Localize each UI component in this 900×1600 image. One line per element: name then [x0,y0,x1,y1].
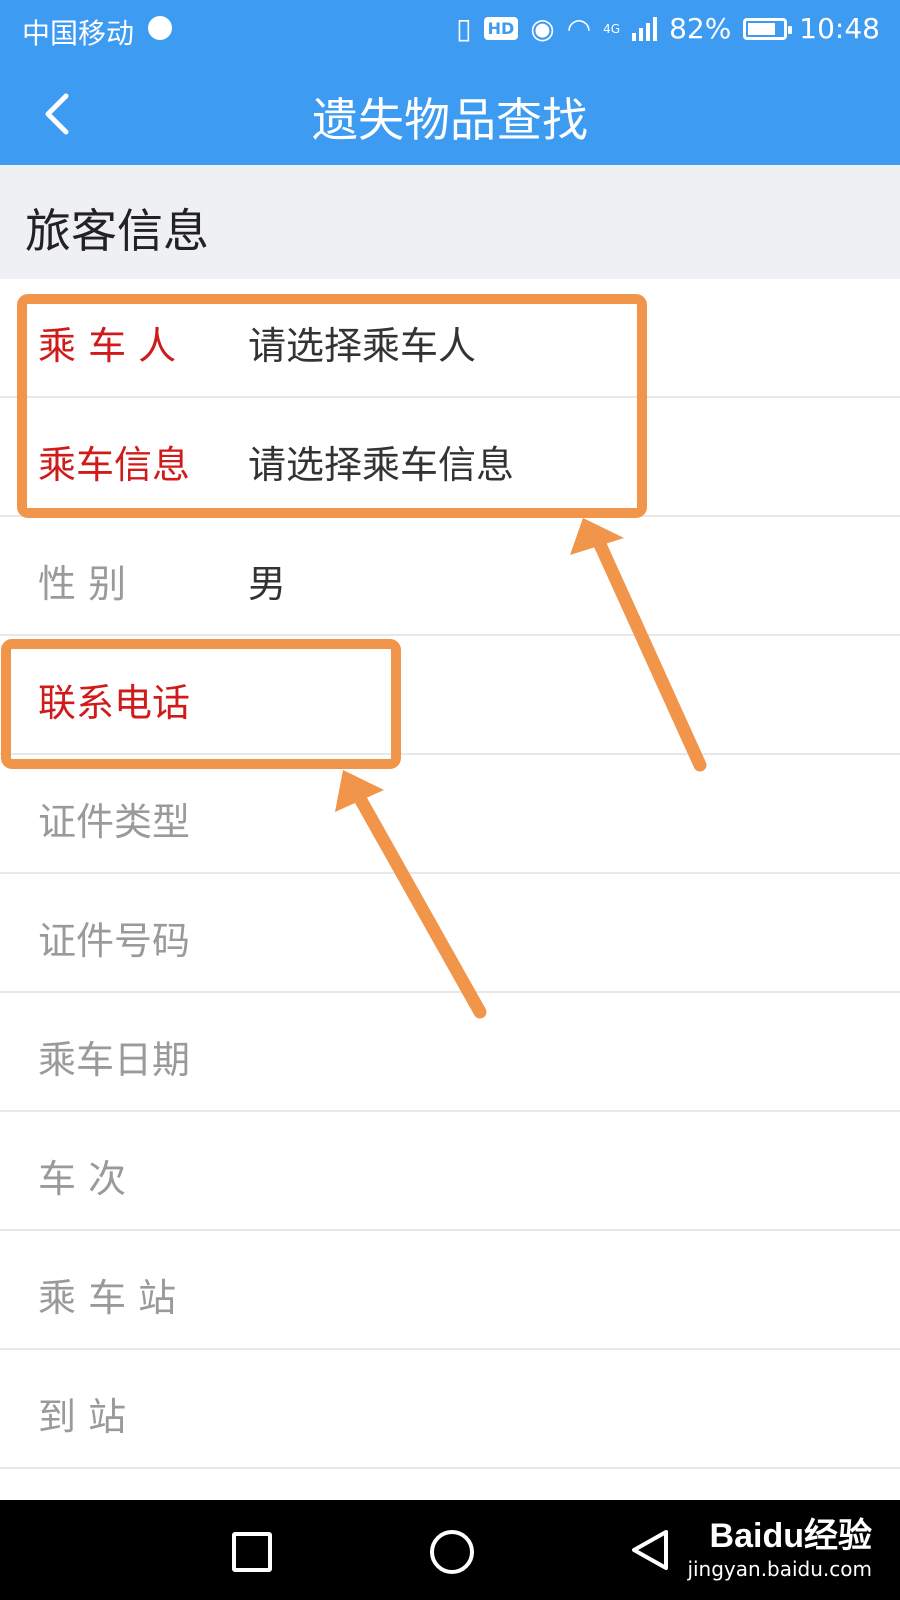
system-nav-bar: Baidu经验 jingyan.baidu.com [0,1500,900,1600]
field-label: 乘 车 站 [38,1276,177,1320]
carrier-label: 中国移动 [22,17,135,50]
form-row-train-number[interactable]: 车 次 [0,1112,900,1231]
trip-info-select[interactable]: 请选择乘车信息 [248,434,514,489]
gender-value[interactable]: 男 [248,553,286,608]
eye-icon: ◉ [530,12,555,45]
field-label: 乘车日期 [38,1038,191,1082]
triangle-left-icon[interactable] [628,1528,672,1572]
passenger-select[interactable]: 请选择乘车人 [248,315,476,370]
passenger-form: 乘 车 人 请选择乘车人 乘车信息 请选择乘车信息 性 别 男 联系电话 证件类… [0,279,900,1469]
battery-icon [743,17,793,40]
hd-icon: HD [483,17,519,40]
form-row-id-type[interactable]: 证件类型 [0,755,900,874]
field-label: 证件类型 [38,800,191,844]
watermark-url: jingyan.baidu.com [687,1557,872,1581]
app-header: 遗失物品查找 [0,62,900,165]
form-row-arrival-station[interactable]: 到 站 [0,1350,900,1469]
circle-icon[interactable] [430,1530,474,1574]
field-label: 车 次 [38,1157,127,1201]
form-row-travel-date[interactable]: 乘车日期 [0,993,900,1112]
form-row-trip-info[interactable]: 乘车信息 请选择乘车信息 [0,398,900,517]
field-label: 证件号码 [38,919,191,963]
field-label: 性 别 [38,562,127,606]
status-icons: ▯ HD ◉ ◠ 4G 82% 10:48 [456,12,880,45]
form-row-id-number[interactable]: 证件号码 [0,874,900,993]
form-row-departure-station[interactable]: 乘 车 站 [0,1231,900,1350]
status-bar: 中国移动 ▯ HD ◉ ◠ 4G 82% 10:48 [0,0,900,62]
field-label: 到 站 [38,1395,127,1439]
wifi-icon: ◠ [566,12,592,45]
network-badge: 4G [603,21,621,36]
clock: 10:48 [799,12,880,45]
section-title: 旅客信息 [25,204,209,258]
field-label: 乘 车 人 [38,324,177,368]
vibrate-icon: ▯ [456,12,472,45]
watermark: Baidu经验 jingyan.baidu.com [687,1508,872,1581]
watermark-brand: Baidu经验 [709,1517,872,1555]
section-header: 旅客信息 [0,165,900,279]
form-row-gender[interactable]: 性 别 男 [0,517,900,636]
form-row-passenger[interactable]: 乘 车 人 请选择乘车人 [0,279,900,398]
battery-percent: 82% [669,12,732,45]
field-label: 联系电话 [38,681,191,725]
signal-icon [632,16,658,41]
form-row-phone[interactable]: 联系电话 [0,636,900,755]
square-icon[interactable] [232,1532,272,1572]
field-label: 乘车信息 [38,443,191,487]
data-globe-icon [148,16,172,40]
page-title: 遗失物品查找 [312,93,588,147]
